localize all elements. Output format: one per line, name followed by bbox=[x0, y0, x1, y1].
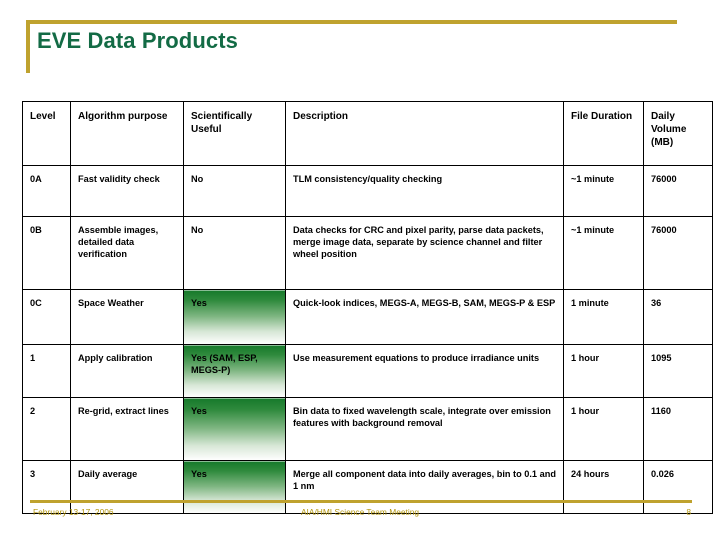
table-row: 1 Apply calibration Yes (SAM, ESP, MEGS-P)… bbox=[22, 344, 713, 398]
cell-algorithm-purpose: Re-grid, extract lines bbox=[70, 397, 184, 461]
cell-daily-volume: 76000 bbox=[643, 165, 713, 217]
slide-title-area: EVE Data Products bbox=[0, 0, 720, 86]
cell-scientifically-useful: No bbox=[183, 216, 286, 290]
title-accent-rule-top bbox=[26, 20, 677, 24]
slide-footer: February 13-17, 2006 AIA/HMI Science Tea… bbox=[0, 505, 720, 523]
cell-file-duration: 1 minute bbox=[563, 289, 644, 345]
cell-description: Bin data to fixed wavelength scale, inte… bbox=[285, 397, 564, 461]
footer-page-number: 8 bbox=[686, 507, 691, 517]
cell-scientifically-useful: Yes bbox=[183, 397, 286, 461]
column-header-file-duration: File Duration bbox=[563, 101, 644, 166]
cell-level: 1 bbox=[22, 344, 71, 398]
cell-level: 0B bbox=[22, 216, 71, 290]
cell-daily-volume: 1095 bbox=[643, 344, 713, 398]
title-accent-rule-left bbox=[26, 20, 30, 73]
cell-daily-volume: 36 bbox=[643, 289, 713, 345]
cell-scientifically-useful: No bbox=[183, 165, 286, 217]
footer-meeting-name: AIA/HMI Science Team Meeting bbox=[300, 507, 420, 517]
cell-algorithm-purpose: Assemble images, detailed data verificat… bbox=[70, 216, 184, 290]
cell-scientifically-useful: Yes bbox=[183, 289, 286, 345]
cell-level: 0A bbox=[22, 165, 71, 217]
table-body: 0A Fast validity check No TLM consistency/q… bbox=[22, 165, 713, 514]
cell-scientifically-useful: Yes (SAM, ESP, MEGS-P) bbox=[183, 344, 286, 398]
cell-description: Quick-look indices, MEGS-A, MEGS-B, SAM,… bbox=[285, 289, 564, 345]
cell-file-duration: ~1 minute bbox=[563, 216, 644, 290]
cell-description: Use measurement equations to produce irr… bbox=[285, 344, 564, 398]
page-title: EVE Data Products bbox=[37, 28, 238, 53]
table-row: 2 Re-grid, extract lines Yes Bin data to fi… bbox=[22, 397, 713, 461]
column-header-scientifically-useful: Scientifically Useful bbox=[183, 101, 286, 166]
useful-value: Yes bbox=[191, 353, 207, 363]
cell-file-duration: ~1 minute bbox=[563, 165, 644, 217]
column-header-algorithm-purpose: Algorithm purpose bbox=[70, 101, 184, 166]
table-row: 0C Space Weather Yes Quick-look indices, ME… bbox=[22, 289, 713, 345]
column-header-description: Description bbox=[285, 101, 564, 166]
table-header-row: Level Algorithm purpose Scientifically U… bbox=[22, 101, 713, 166]
cell-description: TLM consistency/quality checking bbox=[285, 165, 564, 217]
cell-level: 2 bbox=[22, 397, 71, 461]
cell-daily-volume: 1160 bbox=[643, 397, 713, 461]
footer-accent-rule bbox=[30, 500, 692, 503]
cell-level: 0C bbox=[22, 289, 71, 345]
cell-algorithm-purpose: Fast validity check bbox=[70, 165, 184, 217]
cell-file-duration: 1 hour bbox=[563, 397, 644, 461]
cell-algorithm-purpose: Space Weather bbox=[70, 289, 184, 345]
column-header-level: Level bbox=[22, 101, 71, 166]
cell-file-duration: 1 hour bbox=[563, 344, 644, 398]
cell-description: Data checks for CRC and pixel parity, pa… bbox=[285, 216, 564, 290]
cell-algorithm-purpose: Apply calibration bbox=[70, 344, 184, 398]
cell-daily-volume: 76000 bbox=[643, 216, 713, 290]
table-row: 0B Assemble images, detailed data verific… bbox=[22, 216, 713, 290]
column-header-daily-volume: Daily Volume (MB) bbox=[643, 101, 713, 166]
table-row: 0A Fast validity check No TLM consistency/q… bbox=[22, 165, 713, 217]
eve-data-products-table: Level Algorithm purpose Scientifically U… bbox=[22, 101, 713, 514]
